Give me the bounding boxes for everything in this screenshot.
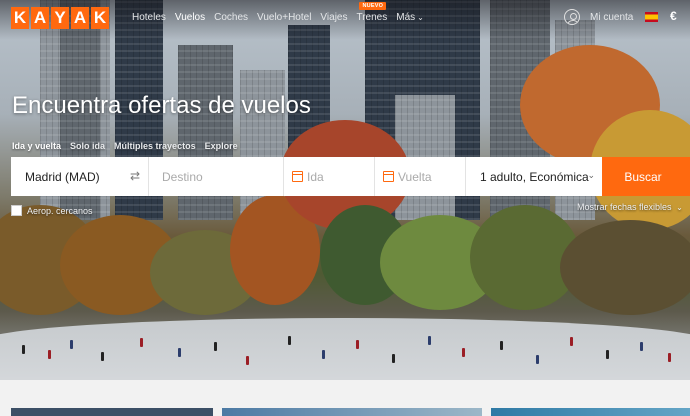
flexible-dates-link[interactable]: Mostrar fechas flexibles ⌄ (577, 202, 683, 212)
calendar-icon (292, 171, 303, 182)
flexible-dates-label: Mostrar fechas flexibles (577, 202, 672, 212)
departure-date-field[interactable]: Ida (284, 157, 375, 196)
nav-link-hoteles[interactable]: Hoteles (132, 12, 166, 23)
deal-card-image[interactable] (491, 408, 690, 416)
nearby-airports-option[interactable]: Aerop. cercanos (11, 205, 93, 216)
account-label: Mi cuenta (590, 11, 634, 23)
nav-link-trenes-label: Trenes (356, 12, 388, 23)
calendar-icon (383, 171, 394, 182)
tab-multiples-trayectos[interactable]: Múltiples trayectos (114, 141, 196, 151)
chevron-down-icon: ⌄ (417, 13, 424, 22)
logo-letter: A (31, 7, 49, 29)
search-button[interactable]: Buscar (602, 157, 690, 196)
chevron-down-icon: ⌄ (587, 170, 595, 180)
nav-link-vuelos[interactable]: Vuelos (175, 12, 205, 23)
currency-selector[interactable]: € (670, 9, 677, 23)
origin-field[interactable]: Madrid (MAD) ⇄ (11, 157, 149, 196)
return-date-field[interactable]: Vuelta (375, 157, 466, 196)
nav-link-mas-label: Más (396, 12, 416, 23)
nav-link-mas[interactable]: Más ⌄ (396, 12, 424, 23)
logo-letter: K (91, 7, 109, 29)
kayak-logo[interactable]: K A Y A K (11, 7, 109, 29)
origin-value: Madrid (MAD) (25, 169, 100, 184)
nav-link-trenes[interactable]: NUEVO Trenes (356, 2, 388, 23)
trip-type-tabs: Ida y vuelta Solo ida Múltiples trayecto… (12, 141, 238, 151)
top-nav: K A Y A K Hoteles Vuelos Coches Vuelo+Ho… (0, 0, 690, 36)
account-menu[interactable]: Mi cuenta (564, 9, 633, 25)
swap-icon[interactable]: ⇄ (130, 169, 140, 183)
passengers-value: 1 adulto, Económica (480, 169, 589, 184)
passengers-cabin-select[interactable]: 1 adulto, Económica ⌄ (466, 157, 602, 196)
spain-flag-icon[interactable] (645, 12, 658, 22)
return-placeholder: Vuelta (398, 169, 432, 184)
tab-solo-ida[interactable]: Solo ida (70, 141, 105, 151)
logo-letter: K (11, 7, 29, 29)
deal-card-image[interactable] (222, 408, 482, 416)
flight-search-form: Madrid (MAD) ⇄ Destino Ida Vuelta 1 adul… (11, 157, 690, 196)
logo-letter: A (71, 7, 89, 29)
page-title: Encuentra ofertas de vuelos (12, 92, 311, 119)
destination-placeholder: Destino (162, 169, 203, 184)
destination-field[interactable]: Destino (149, 157, 284, 196)
user-icon (564, 9, 580, 25)
nearby-airports-label: Aerop. cercanos (27, 205, 93, 216)
chevron-down-icon: ⌄ (676, 203, 683, 212)
nav-link-coches[interactable]: Coches (214, 12, 248, 23)
nav-link-vuelo-hotel[interactable]: Vuelo+Hotel (257, 12, 311, 23)
deal-card-image[interactable] (11, 408, 213, 416)
tab-explore[interactable]: Explore (205, 141, 238, 151)
tab-ida-y-vuelta[interactable]: Ida y vuelta (12, 141, 61, 151)
nav-links: Hoteles Vuelos Coches Vuelo+Hotel Viajes… (132, 2, 433, 23)
nearby-airports-checkbox[interactable] (11, 205, 22, 216)
nav-link-viajes[interactable]: Viajes (320, 12, 347, 23)
new-badge: NUEVO (359, 2, 387, 10)
departure-placeholder: Ida (307, 169, 324, 184)
logo-letter: Y (51, 7, 69, 29)
